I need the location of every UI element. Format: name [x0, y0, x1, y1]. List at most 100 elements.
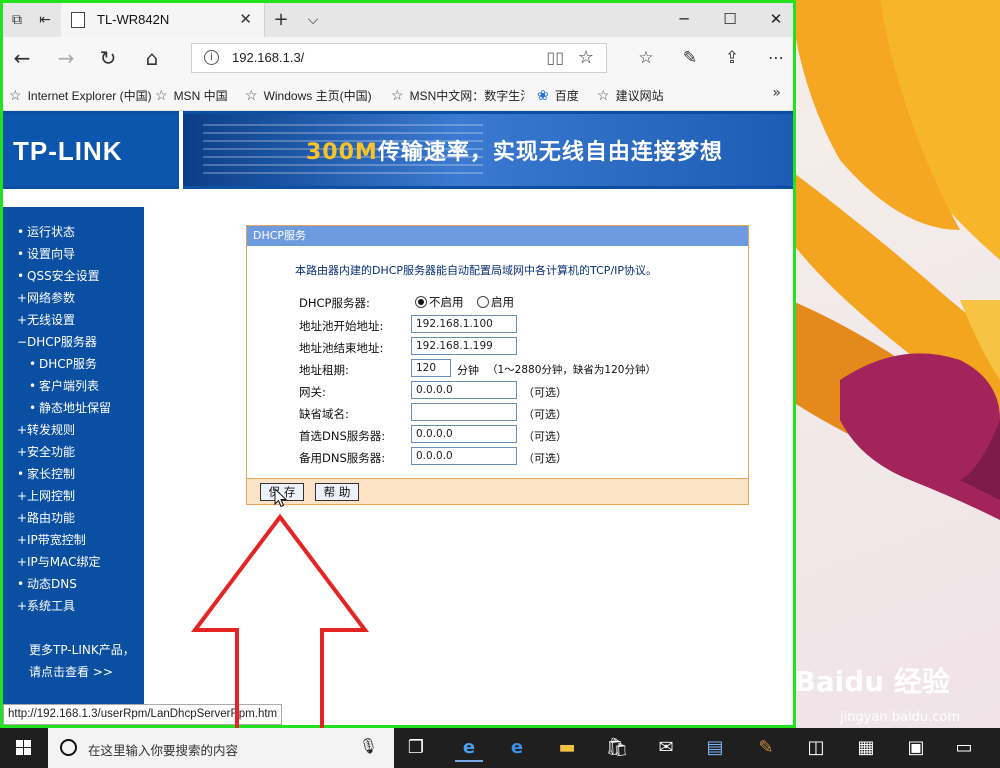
address-text: 192.168.1.3/ — [232, 50, 305, 65]
app-icon[interactable]: ◫ — [802, 734, 830, 762]
sidebar-menu-item[interactable]: +系统工具 — [17, 595, 141, 617]
favorite-item[interactable]: ☆ MSN 中国 — [155, 87, 228, 104]
favorite-item[interactable]: ☆ 建议网站 — [597, 87, 664, 104]
forward-icon[interactable]: → — [53, 45, 79, 71]
panel-description: 本路由器内建的DHCP服务器能自动配置局域网中各计算机的TCP/IP协议。 — [295, 264, 658, 277]
start-address-input[interactable]: 192.168.1.100 — [411, 315, 517, 333]
sidebar-menu-item[interactable]: +IP带宽控制 — [17, 529, 141, 551]
favorite-item[interactable]: ☆ Internet Explorer (中国) — [9, 87, 152, 104]
sidebar-menu-item[interactable]: • 动态DNS — [17, 573, 141, 595]
slogan-text: 300M传输速率，实现无线自由连接梦想 — [306, 140, 723, 165]
sidebar-menu-item[interactable]: +IP与MAC绑定 — [17, 551, 141, 573]
favorite-item[interactable]: ☆ MSN中文网：数字生活 — [391, 87, 525, 104]
router-menu: • 运行状态 • 设置向导 • QSS安全设置 +网络参数 +无线设置 −DHCP服务器 • DHC… — [17, 221, 141, 617]
sidebar-menu-item[interactable]: • DHCP服务 — [17, 353, 141, 375]
sidebar-menu-item[interactable]: +无线设置 — [17, 309, 141, 331]
sidebar-menu-item[interactable]: +网络参数 — [17, 287, 141, 309]
app-icon[interactable]: ▭ — [950, 734, 978, 762]
sidebar-menu-item[interactable]: −DHCP服务器 — [17, 331, 141, 353]
start-button[interactable] — [0, 728, 48, 768]
edge-icon[interactable]: e — [455, 734, 483, 762]
web-note-icon[interactable]: ✎ — [677, 45, 703, 71]
sidebar-menu-item[interactable]: +安全功能 — [17, 441, 141, 463]
favorite-item[interactable]: ❀ 百度 — [537, 87, 579, 104]
primary-dns-input[interactable]: 0.0.0.0 — [411, 425, 517, 443]
address-bar[interactable]: i 192.168.1.3/ ▯▯ ☆ — [191, 43, 607, 73]
tab-router[interactable]: TL-WR842N ✕ — [61, 3, 265, 37]
sidebar-menu-item[interactable]: • 家长控制 — [17, 463, 141, 485]
store-icon[interactable]: 🛍 — [603, 734, 631, 762]
gateway-input[interactable]: 0.0.0.0 — [411, 381, 517, 399]
baidu-watermark-url: jingyan.baidu.com — [840, 710, 960, 725]
more-products-link[interactable]: 更多TP-LINK产品， 请点击查看 >> — [29, 639, 135, 683]
dhcp-enable-radio[interactable]: 启用 — [477, 294, 514, 310]
tab-bar: ⧉ ⇤ TL-WR842N ✕ + ⌵ ─ ☐ ✕ — [3, 3, 793, 37]
favorites-more-chevron-icon[interactable]: » — [772, 85, 781, 101]
favorites-hub-icon[interactable]: ☆ — [633, 45, 659, 71]
sidebar-menu-item[interactable]: +路由功能 — [17, 507, 141, 529]
reading-view-icon[interactable]: ▯▯ — [546, 48, 564, 67]
sidebar-menu-item[interactable]: +上网控制 — [17, 485, 141, 507]
favorites-bar: ☆ Internet Explorer (中国) ☆ MSN 中国 ☆ Windows… — [3, 79, 793, 111]
search-placeholder: 在这里输入你要搜索的内容 — [88, 743, 239, 758]
refresh-icon[interactable]: ↻ — [95, 45, 121, 71]
panel-footer: 保 存 帮 助 — [247, 478, 748, 504]
sidebar-menu-item[interactable]: • QSS安全设置 — [17, 265, 141, 287]
router-admin-page: TP-LINK 300M传输速率，实现无线自由连接梦想 • 运行状态 • 设置向导 • Q… — [3, 111, 793, 725]
set-aside-tabs-icon[interactable]: ⇤ — [35, 10, 55, 30]
close-window-icon[interactable]: ✕ — [761, 8, 791, 30]
task-view-icon[interactable]: ❐ — [402, 734, 430, 762]
back-icon[interactable]: ← — [9, 45, 35, 71]
sidebar-menu-item[interactable]: • 运行状态 — [17, 221, 141, 243]
maximize-icon[interactable]: ☐ — [715, 8, 745, 30]
network-app-icon[interactable]: ▤ — [701, 734, 729, 762]
router-banner: TP-LINK 300M传输速率，实现无线自由连接梦想 — [3, 111, 793, 189]
add-favorite-icon[interactable]: ☆ — [578, 47, 594, 68]
sidebar-menu-item[interactable]: • 静态地址保留 — [17, 397, 141, 419]
paint-icon[interactable]: ✎ — [752, 734, 780, 762]
site-info-icon[interactable]: i — [204, 50, 219, 65]
microphone-icon[interactable]: 🎙 — [359, 737, 378, 755]
panel-title: DHCP服务 — [247, 226, 748, 246]
new-tab-icon[interactable]: + — [271, 10, 291, 30]
windows-taskbar: 在这里输入你要搜索的内容 🎙 ❐ e e ▬ 🛍 ✉ ▤ ✎ ◫ ▦ ▣ ▭ — [0, 728, 1000, 768]
app-icon[interactable]: ▣ — [902, 734, 930, 762]
tab-list-chevron-icon[interactable]: ⌵ — [303, 10, 323, 30]
tab-preview-icon[interactable]: ⧉ — [7, 10, 27, 30]
sidebar-menu-item[interactable]: +转发规则 — [17, 419, 141, 441]
taskbar-search-box[interactable]: 在这里输入你要搜索的内容 🎙 — [48, 728, 394, 768]
help-button[interactable]: 帮 助 — [315, 483, 359, 501]
tab-title: TL-WR842N — [97, 12, 170, 27]
sidebar-menu-item[interactable]: • 设置向导 — [17, 243, 141, 265]
file-explorer-icon[interactable]: ▬ — [553, 734, 581, 762]
cortana-icon — [60, 739, 77, 756]
star-icon: ☆ — [9, 87, 22, 103]
favorite-item[interactable]: ☆ Windows 主页(中国) — [245, 87, 372, 104]
mouse-cursor-icon — [274, 488, 288, 508]
domain-input[interactable] — [411, 403, 517, 421]
app-icon[interactable]: ▦ — [852, 734, 880, 762]
internet-explorer-icon[interactable]: e — [503, 734, 531, 762]
dhcp-disable-radio[interactable]: 不启用 — [415, 294, 464, 310]
star-icon: ☆ — [391, 87, 404, 103]
radio-unselected-icon — [477, 296, 489, 308]
dhcp-panel: DHCP服务 本路由器内建的DHCP服务器能自动配置局域网中各计算机的TCP/I… — [246, 225, 749, 505]
tab-close-icon[interactable]: ✕ — [239, 10, 252, 28]
baidu-watermark: Baidu 经验 — [794, 665, 950, 698]
secondary-dns-input[interactable]: 0.0.0.0 — [411, 447, 517, 465]
share-icon[interactable]: ⇪ — [719, 45, 745, 71]
more-icon[interactable]: ⋯ — [763, 45, 789, 71]
slogan-banner: 300M传输速率，实现无线自由连接梦想 — [183, 114, 793, 186]
end-address-input[interactable]: 192.168.1.199 — [411, 337, 517, 355]
browser-window: ⧉ ⇤ TL-WR842N ✕ + ⌵ ─ ☐ ✕ ← → ↻ ⌂ i 192.… — [0, 0, 796, 728]
tplink-logo: TP-LINK — [13, 136, 123, 166]
mail-icon[interactable]: ✉ — [652, 734, 680, 762]
minimize-icon[interactable]: ─ — [669, 8, 699, 30]
lease-input[interactable]: 120 — [411, 359, 451, 377]
sidebar-menu-item[interactable]: • 客户端列表 — [17, 375, 141, 397]
page-favicon-icon — [71, 12, 85, 28]
home-icon[interactable]: ⌂ — [139, 45, 165, 71]
star-icon: ☆ — [597, 87, 610, 103]
star-icon: ☆ — [245, 87, 258, 103]
paw-icon: ❀ — [537, 87, 549, 103]
